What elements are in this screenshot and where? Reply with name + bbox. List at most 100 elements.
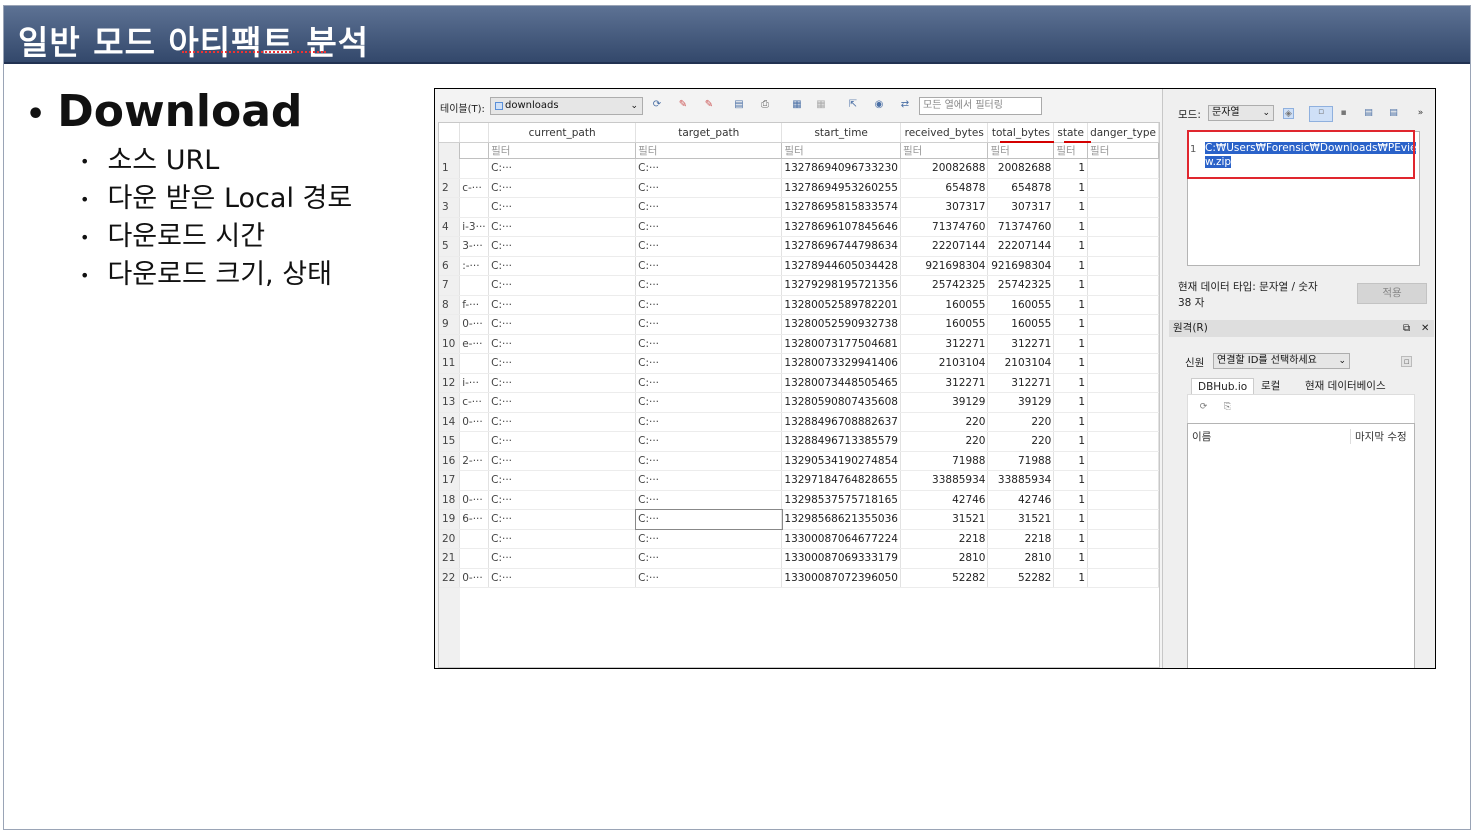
cell-total-bytes[interactable]: 2810	[987, 548, 1055, 569]
cell-prefix[interactable]	[459, 529, 490, 549]
cell-start-time[interactable]: 13280073329941406	[781, 353, 901, 374]
cell-current-path[interactable]: C:···	[488, 353, 637, 374]
col-header-received-bytes[interactable]: received_bytes	[900, 123, 989, 143]
col-header-prefix[interactable]	[459, 123, 490, 143]
table-row[interactable]: 19 6-··· C:··· C:··· 13298568621355036 31521 3…	[439, 508, 1159, 530]
cell-total-bytes[interactable]: 312271	[987, 334, 1055, 354]
name-column-header[interactable]: 이름	[1192, 429, 1211, 444]
cell-state[interactable]: 1	[1053, 373, 1089, 393]
clone-icon[interactable]: ⎘	[1222, 402, 1233, 413]
cell-total-bytes[interactable]: 20082688	[987, 158, 1055, 179]
cell-current-path[interactable]: C:···	[488, 392, 637, 413]
remote-file-list[interactable]: 이름 마지막 수정	[1187, 423, 1415, 668]
table-row[interactable]: 21 C:··· C:··· 13300087069333179 2810 2810 1	[439, 548, 1159, 569]
cell-state[interactable]: 1	[1053, 197, 1089, 218]
cell-current-path[interactable]: C:···	[488, 412, 637, 432]
first-icon[interactable]: ⇱	[847, 99, 859, 111]
cell-start-time[interactable]: 13300087072396050	[781, 568, 901, 588]
identity-settings-icon[interactable]: ▫	[1401, 356, 1412, 367]
col-header-start-time[interactable]: start_time	[781, 123, 901, 143]
cell-state[interactable]: 1	[1053, 334, 1089, 354]
cell-start-time[interactable]: 13280073448505465	[781, 373, 901, 393]
cell-start-time[interactable]: 13280073177504681	[781, 334, 901, 354]
clear-filters-icon[interactable]: ✎	[677, 99, 689, 111]
insert-record-icon[interactable]: ▦	[791, 99, 803, 111]
cell-state[interactable]: 1	[1053, 451, 1089, 471]
cell-start-time[interactable]: 13297184764828655	[781, 470, 901, 491]
cell-prefix[interactable]	[459, 158, 490, 179]
cell-total-bytes[interactable]: 2218	[987, 529, 1055, 549]
cell-total-bytes[interactable]: 2103104	[987, 353, 1055, 374]
cell-danger-type[interactable]	[1087, 158, 1159, 179]
table-row[interactable]: 15 C:··· C:··· 13288496713385579 220 220 1	[439, 431, 1159, 452]
cell-total-bytes[interactable]: 220	[987, 412, 1055, 432]
cell-current-path[interactable]: C:···	[488, 217, 637, 237]
refresh-icon[interactable]: ⟳	[1198, 402, 1209, 413]
cell-state[interactable]: 1	[1053, 509, 1089, 530]
cell-total-bytes[interactable]: 31521	[987, 509, 1055, 530]
cell-start-time[interactable]: 13300087069333179	[781, 548, 901, 569]
cell-state[interactable]: 1	[1053, 431, 1089, 452]
modified-column-header[interactable]: 마지막 수정	[1350, 429, 1407, 444]
table-row[interactable]: 17 C:··· C:··· 13297184764828655 33885934 338…	[439, 470, 1159, 491]
cell-danger-type[interactable]	[1087, 314, 1159, 335]
cell-current-path[interactable]: C:···	[488, 470, 637, 491]
cell-prefix[interactable]: f-···	[459, 295, 490, 315]
cell-current-path[interactable]: C:···	[488, 548, 637, 569]
cell-danger-type[interactable]	[1087, 568, 1159, 588]
cell-start-time[interactable]: 13280590807435608	[781, 392, 901, 413]
cell-prefix[interactable]	[459, 353, 490, 374]
cell-target-path[interactable]: C:···	[635, 236, 783, 257]
replace-icon[interactable]: ⇄	[899, 99, 911, 111]
cell-state[interactable]: 1	[1053, 490, 1089, 510]
cell-prefix[interactable]: 0-···	[459, 314, 490, 335]
cell-target-path[interactable]: C:···	[635, 548, 783, 569]
cell-danger-type[interactable]	[1087, 217, 1159, 237]
cell-received-bytes[interactable]: 220	[900, 431, 989, 452]
cell-danger-type[interactable]	[1087, 548, 1159, 569]
cell-prefix[interactable]: i-3···	[459, 217, 490, 237]
cell-received-bytes[interactable]: 71374760	[900, 217, 989, 237]
cell-target-path[interactable]: C:···	[635, 275, 783, 296]
cell-current-path[interactable]: C:···	[488, 509, 637, 530]
cell-current-path[interactable]: C:···	[488, 236, 637, 257]
col-header-danger-type[interactable]: danger_type	[1087, 123, 1159, 143]
cell-start-time[interactable]: 13278944605034428	[781, 256, 901, 276]
cell-start-time[interactable]: 13280052589782201	[781, 295, 901, 315]
cell-prefix[interactable]	[459, 275, 490, 296]
cell-prefix[interactable]	[459, 197, 490, 218]
cell-prefix[interactable]: c-···	[459, 178, 490, 198]
cell-received-bytes[interactable]: 921698304	[900, 256, 989, 276]
table-row[interactable]: 20 C:··· C:··· 13300087064677224 2218 2218 1	[439, 529, 1159, 549]
delete-record-icon[interactable]: ▦	[815, 99, 827, 111]
cell-target-path[interactable]: C:···	[635, 217, 783, 237]
cell-received-bytes[interactable]: 312271	[900, 373, 989, 393]
filter-cell[interactable]: 필터	[781, 142, 901, 159]
cell-received-bytes[interactable]: 33885934	[900, 470, 989, 491]
refresh-icon[interactable]: ⟳	[651, 99, 663, 111]
filter-cell[interactable]: 필터	[1087, 142, 1159, 159]
cell-start-time[interactable]: 13290534190274854	[781, 451, 901, 471]
cell-start-time[interactable]: 13280052590932738	[781, 314, 901, 335]
cell-total-bytes[interactable]: 22207144	[987, 236, 1055, 257]
cell-danger-type[interactable]	[1087, 412, 1159, 432]
col-header-total-bytes[interactable]: total_bytes	[987, 123, 1055, 143]
table-row[interactable]: 16 2-··· C:··· C:··· 13290534190274854 71988 7…	[439, 451, 1159, 471]
cell-received-bytes[interactable]: 20082688	[900, 158, 989, 179]
table-select[interactable]: downloads ⌄	[490, 97, 643, 115]
cell-start-time[interactable]: 13288496708882637	[781, 412, 901, 432]
cell-prefix[interactable]: e-···	[459, 334, 490, 354]
cell-start-time[interactable]: 13279298195721356	[781, 275, 901, 296]
global-filter-input[interactable]: 모든 열에서 필터링	[919, 97, 1042, 115]
cell-target-path[interactable]: C:···	[635, 529, 783, 549]
cell-total-bytes[interactable]: 921698304	[987, 256, 1055, 276]
cell-state[interactable]: 1	[1053, 314, 1089, 335]
cell-start-time[interactable]: 13288496713385579	[781, 431, 901, 452]
cell-total-bytes[interactable]: 39129	[987, 392, 1055, 413]
cell-received-bytes[interactable]: 2218	[900, 529, 989, 549]
table-row[interactable]: 7 C:··· C:··· 13279298195721356 25742325 2574…	[439, 275, 1159, 296]
mode-select[interactable]: 문자열 ⌄	[1208, 105, 1274, 121]
cell-target-path[interactable]: C:···	[635, 470, 783, 491]
cell-received-bytes[interactable]: 307317	[900, 197, 989, 218]
clear-sort-icon[interactable]: ✎	[703, 99, 715, 111]
